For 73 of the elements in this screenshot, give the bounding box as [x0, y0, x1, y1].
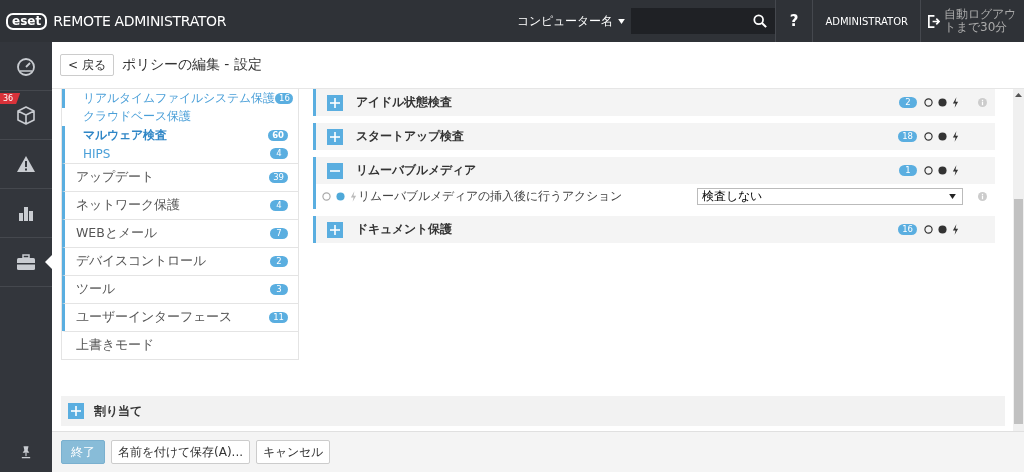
dot-icon	[938, 166, 947, 175]
count-badge: 2	[270, 256, 288, 267]
dot-icon	[938, 225, 947, 234]
tree-item[interactable]: マルウェア検査 60	[62, 126, 298, 145]
circle-icon	[924, 98, 933, 107]
count-badge: 7	[270, 228, 288, 239]
tree-item[interactable]: ネットワーク保護 4	[62, 191, 298, 219]
circle-icon	[924, 225, 933, 234]
plus-icon	[71, 406, 81, 416]
count-badge: 60	[268, 129, 288, 141]
count-badge: 16	[275, 92, 293, 104]
tree-item[interactable]: ツール 3	[62, 275, 298, 303]
count-badge: 16	[898, 224, 917, 235]
expand-button[interactable]	[327, 221, 343, 238]
briefcase-icon	[16, 252, 36, 272]
tree-item[interactable]: 上書きモード	[62, 331, 298, 359]
help-button[interactable]: ?	[774, 0, 813, 42]
expand-button[interactable]	[68, 403, 84, 419]
setting-label: リムーバブルメディアの挿入後に行うアクション	[358, 188, 622, 205]
dot-icon	[938, 132, 947, 141]
section-title: ドキュメント保護	[356, 221, 452, 238]
product-name: REMOTE ADMINISTRATOR	[53, 13, 227, 29]
nav-item[interactable]: 36	[0, 91, 52, 140]
search-scope-dropdown[interactable]: コンピューター名	[510, 12, 631, 30]
notification-badge: 36	[0, 93, 21, 104]
section-title: 割り当て	[94, 402, 142, 420]
dot-icon	[938, 98, 947, 107]
tree-item[interactable]: デバイスコントロール 2	[62, 247, 298, 275]
user-menu[interactable]: ADMINISTRATOR	[812, 0, 920, 42]
count-badge: 1	[899, 165, 917, 176]
caret-icon	[617, 18, 625, 24]
lightning-icon	[952, 131, 959, 142]
cube-icon	[16, 105, 36, 125]
lightning-icon	[952, 97, 959, 108]
section-title: アイドル状態検査	[356, 94, 452, 111]
plus-icon	[330, 131, 340, 142]
footer-button[interactable]: 名前を付けて保存(A)...	[111, 440, 250, 464]
expand-button[interactable]	[327, 94, 343, 111]
circle-icon	[322, 192, 331, 201]
caret-icon	[949, 194, 956, 199]
action-dropdown[interactable]: 検査しない	[697, 188, 963, 205]
count-badge: 4	[270, 200, 288, 211]
page-title: ポリシーの編集 - 設定	[121, 56, 262, 74]
lightning-icon	[350, 191, 357, 202]
collapse-button[interactable]	[327, 162, 343, 179]
expand-button[interactable]	[327, 128, 343, 145]
gauge-icon	[16, 56, 36, 76]
search-icon	[752, 14, 767, 28]
lightning-icon	[952, 165, 959, 176]
count-badge: 11	[269, 312, 288, 323]
count-badge: 4	[270, 148, 288, 160]
tree-item[interactable]: アップデート 39	[62, 163, 298, 191]
count-badge: 18	[898, 131, 917, 142]
back-button[interactable]: < 戻る	[60, 54, 114, 76]
logout-button[interactable]: 自動ログアウトまで30分	[920, 0, 1024, 42]
plus-icon	[330, 224, 340, 235]
search-field[interactable]	[630, 8, 775, 34]
pin-icon	[21, 445, 31, 459]
count-badge: 3	[270, 284, 288, 295]
circle-icon	[924, 132, 933, 141]
section-title: リムーバブルメディア	[356, 162, 476, 179]
circle-icon	[924, 166, 933, 175]
logout-icon	[927, 14, 940, 28]
plus-icon	[330, 97, 340, 108]
tree-item[interactable]: WEBとメール 7	[62, 219, 298, 247]
count-badge: 2	[899, 97, 917, 108]
warning-icon	[16, 154, 36, 174]
tree-item[interactable]: ユーザーインターフェース 11	[62, 303, 298, 331]
count-badge: 39	[269, 172, 288, 183]
logo: eset	[6, 12, 48, 30]
section-title: スタートアップ検査	[356, 128, 464, 145]
footer-button[interactable]: キャンセル	[256, 440, 330, 464]
lightning-icon	[952, 224, 959, 235]
